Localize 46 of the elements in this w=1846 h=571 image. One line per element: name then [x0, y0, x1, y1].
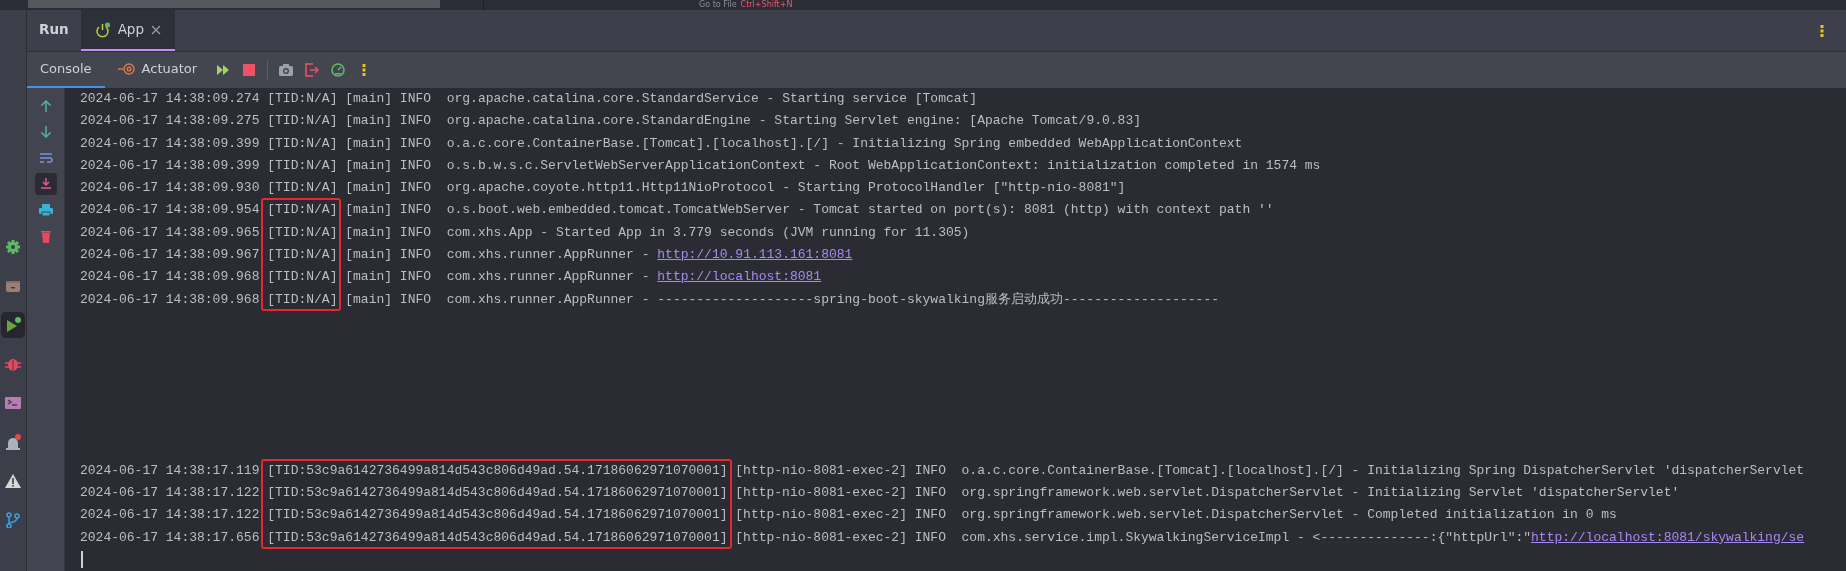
- log-line: 2024-06-17 14:38:09.965 [TID:N/A] [main] INFO com.xhs.App - Started App in 3.779 seconds (JVM running for 11.305): [80, 223, 971, 242]
- branch-icon: [5, 512, 21, 528]
- log-line: 2024-06-17 14:38:09.399 [TID:N/A] [main] INFO o.a.c.core.ContainerBase.[Tomcat].[localhost].[/] - Initializing Spring embedded WebApplicationContext: [80, 134, 1244, 153]
- console-tab[interactable]: Actuator: [104, 52, 211, 88]
- warning-icon: [5, 473, 21, 489]
- console-action-button[interactable]: [34, 173, 57, 195]
- search-hint: Go to File Ctrl+Shift+N: [699, 0, 793, 9]
- more-options-button[interactable]: [1820, 24, 1824, 37]
- more-options-icon: [1820, 24, 1824, 37]
- folder-icon: [5, 278, 21, 294]
- log-line: 2024-06-17 14:38:09.274 [TID:N/A] [main] INFO org.apache.catalina.core.StandardService - Starting service [Tomcat]: [80, 90, 979, 108]
- scroll-to-end-icon: [38, 177, 53, 191]
- bug-icon: [5, 356, 21, 372]
- gear-icon: [5, 239, 21, 255]
- log-link[interactable]: http://localhost:8081: [657, 269, 822, 285]
- terminal-icon: [5, 395, 21, 411]
- log-line: 2024-06-17 14:38:09.967 [TID:N/A] [main] INFO com.xhs.runner.AppRunner - http://10.91.113.161:8081: [80, 246, 854, 265]
- log-line: 2024-06-17 14:38:09.968 [TID:N/A] [main] INFO com.xhs.runner.AppRunner - http://localhost:8081: [80, 268, 823, 287]
- gauge-icon: [331, 63, 346, 77]
- log-line: 2024-06-17 14:38:09.954 [TID:N/A] [main] INFO o.s.boot.web.embedded.tomcat.TomcatWebServer - Tomcat started on port(s): 8081 (http) with context path '': [80, 201, 1275, 220]
- alarm-icon: [5, 434, 21, 450]
- log-line: 2024-06-17 14:38:09.930 [TID:N/A] [main] INFO org.apache.coyote.http11.Http11NioProtocol - Starting ProtocolHandler ["http-nio-8081"]: [80, 179, 1127, 198]
- down-arrow-icon: [38, 125, 53, 139]
- run-icon: [5, 317, 21, 333]
- exit-icon: [305, 63, 320, 77]
- log-line: 2024-06-17 14:38:09.968 [TID:N/A] [main] INFO com.xhs.runner.AppRunner - --------------------spring-boot-skywalking服务启动成功--------------------: [80, 290, 1220, 309]
- log-line: 2024-06-17 14:38:17.122 [TID:53c9a6142736499a814d543c806d49ad.54.17186062971070001] [http-nio-8081-exec-2] INFO org.springframework.web.servlet.DispatcherServlet - Completed initialization in 0 ms: [80, 506, 1618, 525]
- log-link[interactable]: http://10.91.113.161:8081: [657, 247, 853, 263]
- tool-window-button[interactable]: [1, 312, 25, 338]
- printer-icon: [38, 203, 53, 217]
- up-arrow-icon: [38, 99, 53, 113]
- configuration-tab[interactable]: App: [80, 10, 175, 51]
- rerun-icon: [216, 63, 231, 77]
- log-link[interactable]: http://localhost:8081/skywalking/se: [1531, 529, 1805, 545]
- wrap-lines-icon: [38, 151, 53, 165]
- log-line: 2024-06-17 14:38:17.122 [TID:53c9a6142736499a814d543c806d49ad.54.17186062971070001] [http-nio-8081-exec-2] INFO org.springframework.web.servlet.DispatcherServlet - Initializing Servlet 'dispatcherServlet': [80, 484, 1681, 503]
- trash-icon: [38, 229, 53, 243]
- power-icon: [94, 21, 111, 38]
- actuator-icon: [117, 62, 136, 76]
- stop-icon: [242, 63, 257, 77]
- log-line: 2024-06-17 14:38:09.275 [TID:N/A] [main] INFO org.apache.catalina.core.StandardEngine - Starting Servlet engine: [Apache Tomcat/9.0.83]: [80, 112, 1142, 131]
- log-line: 2024-06-17 14:38:09.399 [TID:N/A] [main] INFO o.s.b.w.s.c.ServletWebServerApplicationContext - Root WebApplicationContext: initialization completed in 1574 ms: [80, 156, 1322, 175]
- log-line: 2024-06-17 14:38:17.656 [TID:53c9a6142736499a814d543c806d49ad.54.17186062971070001] [http-nio-8081-exec-2] INFO com.xhs.service.impl.SkywalkingServiceImpl - <--------------:{"httpUrl":"http://localhost:8081/skywalking/se: [80, 528, 1806, 547]
- log-line: 2024-06-17 14:38:17.119 [TID:53c9a6142736499a814d543c806d49ad.54.17186062971070001] [http-nio-8081-exec-2] INFO o.a.c.core.ContainerBase.[Tomcat].[localhost].[/] - Initializing Spring DispatcherServlet 'dispatcherServlet: [80, 461, 1806, 480]
- tool-window-title[interactable]: Run: [27, 10, 81, 51]
- camera-icon: [279, 63, 294, 77]
